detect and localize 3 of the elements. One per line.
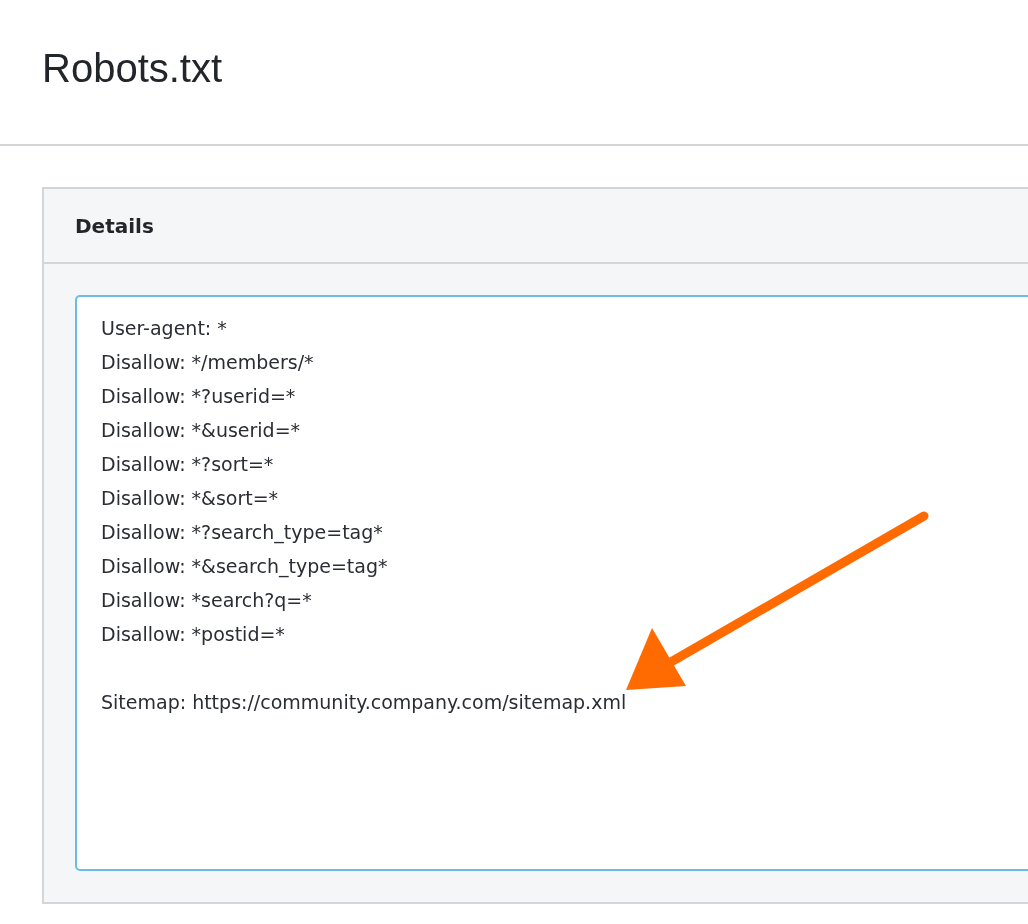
page-title: Robots.txt xyxy=(42,45,223,92)
panel-title: Details xyxy=(75,213,154,238)
robots-text-field[interactable]: User-agent: * Disallow: */members/* Disallow: *?userid=* Disallow: *&userid=* Disallow: *?sort=* Disallow: *&sort=* Disallow: *?search_type=tag* Disallow: *&search_type=tag* Disallow: *search?q=* Disallow: *postid=* Sitemap: https://community.company.com/sitemap.xml xyxy=(75,295,1028,871)
